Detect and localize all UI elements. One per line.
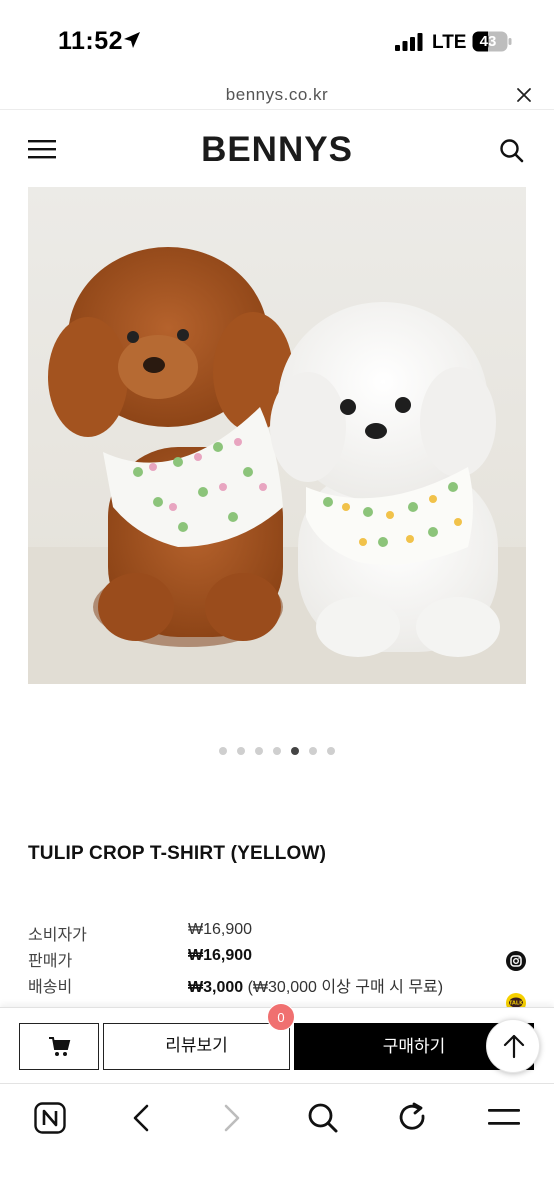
price-label: 판매가 (28, 953, 73, 970)
browser-toolbar (0, 1083, 554, 1200)
naver-home-icon[interactable] (34, 1102, 66, 1134)
carousel-dot[interactable] (255, 747, 263, 755)
price-value: ₩3,000 (₩30,000 이상 구매 시 무료) (188, 973, 443, 997)
price-row-shipping: 배송비 ₩3,000 (₩30,000 이상 구매 시 무료) (28, 973, 528, 999)
status-bar: 11:52 LTE 43 (0, 0, 554, 80)
carousel-dot-active[interactable] (291, 747, 299, 755)
close-icon[interactable] (516, 87, 532, 103)
price-label: 소비자가 (28, 927, 87, 944)
cart-icon (49, 1037, 71, 1056)
carousel-dot[interactable] (273, 747, 281, 755)
forward-icon[interactable] (221, 1104, 243, 1132)
signal-icon (395, 33, 423, 51)
site-header: BENNYS (0, 110, 554, 186)
carousel-dot[interactable] (219, 747, 227, 755)
shipping-note: (₩30,000 이상 구매 시 무료) (243, 979, 444, 996)
scroll-top-button[interactable] (486, 1019, 540, 1073)
back-icon[interactable] (130, 1104, 152, 1132)
price-table: 소비자가 ₩16,900 판매가 ₩16,900 배송비 ₩3,000 (₩30… (28, 921, 528, 999)
carousel-dot[interactable] (327, 747, 335, 755)
carousel-dot[interactable] (309, 747, 317, 755)
status-time: 11:52 (58, 27, 124, 55)
search-icon[interactable] (499, 138, 525, 164)
menu-icon[interactable] (488, 1108, 520, 1128)
location-icon (124, 32, 140, 48)
svg-text:TALK: TALK (509, 1001, 524, 1007)
cart-button[interactable] (19, 1023, 99, 1070)
sale-price: ₩16,900 (188, 947, 253, 964)
product-title: TULIP CROP T-SHIRT (YELLOW) (28, 843, 327, 864)
instagram-icon[interactable] (506, 951, 526, 971)
price-label: 배송비 (28, 979, 73, 996)
search-icon[interactable] (307, 1102, 339, 1134)
price-row-retail: 소비자가 ₩16,900 (28, 921, 528, 947)
price-value: ₩16,900 (188, 921, 252, 939)
product-photo (28, 187, 526, 684)
product-image[interactable] (28, 187, 526, 684)
retail-price: ₩16,900 (188, 921, 253, 938)
url-text[interactable]: bennys.co.kr (0, 85, 554, 105)
review-button[interactable]: 리뷰보기 (103, 1023, 290, 1070)
price-row-sale: 판매가 ₩16,900 (28, 947, 528, 973)
refresh-icon[interactable] (398, 1102, 428, 1134)
url-bar[interactable]: bennys.co.kr (0, 80, 554, 110)
network-label: LTE (432, 32, 467, 53)
site-logo[interactable]: BENNYS (0, 130, 554, 170)
carousel-dot[interactable] (237, 747, 245, 755)
battery-level: 43 (479, 33, 497, 50)
review-count-badge: 0 (267, 1003, 295, 1031)
carousel-dots (0, 747, 554, 755)
shipping-fee: ₩3,000 (188, 979, 244, 996)
price-value: ₩16,900 (188, 947, 252, 965)
arrow-up-icon (503, 1034, 525, 1059)
